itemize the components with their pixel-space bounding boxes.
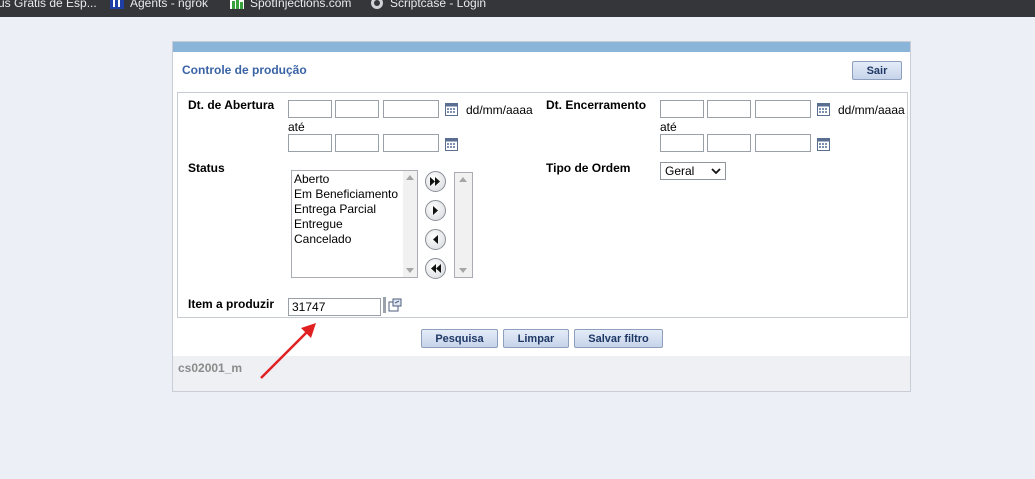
- bookmarks-bar: us Grátis de Esp... Agents - ngrok SpotI…: [0, 0, 1035, 17]
- abertura-ate-label: até: [288, 120, 305, 134]
- list-item[interactable]: Cancelado: [294, 232, 351, 246]
- search-button[interactable]: Pesquisa: [421, 329, 498, 348]
- calendar-icon[interactable]: [817, 138, 830, 151]
- ngrok-icon: [110, 0, 124, 9]
- scrollbar[interactable]: [403, 171, 417, 277]
- save-filter-button[interactable]: Salvar filtro: [574, 329, 663, 348]
- status-selected-list[interactable]: [454, 172, 473, 278]
- scriptcase-icon: [371, 0, 383, 9]
- abertura-month-input[interactable]: [335, 100, 379, 118]
- abertura-year-input[interactable]: [383, 100, 439, 118]
- list-item[interactable]: Aberto: [294, 172, 329, 186]
- lookup-icon[interactable]: [388, 298, 402, 312]
- list-item[interactable]: Entrega Parcial: [294, 202, 376, 216]
- move-all-left-button[interactable]: [425, 258, 446, 279]
- abertura-format-hint: dd/mm/aaaa: [466, 103, 533, 117]
- calendar-icon[interactable]: [817, 103, 830, 116]
- move-all-right-button[interactable]: [425, 171, 446, 192]
- tipo-ordem-select[interactable]: Geral: [660, 162, 726, 180]
- encerramento-format-hint: dd/mm/aaaa: [838, 103, 905, 117]
- abertura-end-year-input[interactable]: [383, 134, 439, 152]
- exit-button[interactable]: Sair: [852, 61, 902, 80]
- bookmark-item[interactable]: SpotInjections.com: [230, 0, 351, 11]
- field-handle: [383, 297, 386, 313]
- scrollbar[interactable]: [455, 173, 472, 277]
- move-left-button[interactable]: [425, 229, 446, 250]
- bookmark-label: SpotInjections.com: [250, 0, 352, 10]
- page-title: Controle de produção: [182, 63, 307, 77]
- encerramento-end-year-input[interactable]: [755, 134, 811, 152]
- list-item[interactable]: Entregue: [294, 217, 343, 231]
- status-available-list[interactable]: Aberto Em Beneficiamento Entrega Parcial…: [291, 170, 418, 278]
- clear-button[interactable]: Limpar: [503, 329, 569, 348]
- item-produzir-input[interactable]: [288, 298, 381, 316]
- status-label: Status: [188, 161, 225, 175]
- annotation-arrow-icon: [260, 323, 316, 379]
- move-right-button[interactable]: [425, 200, 446, 221]
- scroll-up-arrow-icon[interactable]: [406, 175, 414, 180]
- encerramento-label: Dt. Encerramento: [546, 98, 647, 112]
- filter-form: Dt. de Abertura dd/mm/aaaa até Dt. Encer…: [177, 92, 908, 318]
- abertura-end-day-input[interactable]: [288, 134, 332, 152]
- bookmark-item[interactable]: us Grátis de Esp...: [0, 0, 97, 11]
- bookmark-label: Scriptcase - Login: [390, 0, 487, 10]
- abertura-end-month-input[interactable]: [335, 134, 379, 152]
- bookmark-item[interactable]: Scriptcase - Login: [370, 0, 486, 11]
- scroll-up-arrow-icon[interactable]: [459, 177, 467, 182]
- encerramento-end-day-input[interactable]: [660, 134, 704, 152]
- panel-accent-bar: [173, 42, 910, 52]
- scroll-down-arrow-icon[interactable]: [406, 268, 414, 273]
- arrow-left-icon: [433, 235, 438, 244]
- bookmark-item[interactable]: Agents - ngrok: [110, 0, 208, 11]
- chevron-down-icon: [711, 167, 721, 174]
- arrow-right-icon: [433, 206, 438, 215]
- tipo-ordem-label: Tipo de Ordem: [546, 161, 631, 175]
- bookmark-label: Agents - ngrok: [130, 0, 209, 10]
- double-arrow-left-icon: [431, 264, 441, 273]
- calendar-icon[interactable]: [445, 103, 458, 116]
- encerramento-ate-label: até: [660, 120, 677, 134]
- abertura-label: Dt. de Abertura: [188, 98, 275, 112]
- calendar-icon[interactable]: [445, 138, 458, 151]
- list-item[interactable]: Em Beneficiamento: [294, 187, 398, 201]
- abertura-day-input[interactable]: [288, 100, 332, 118]
- item-produzir-label: Item a produzir: [188, 297, 275, 311]
- encerramento-end-month-input[interactable]: [707, 134, 751, 152]
- bookmark-label: us Grátis de Esp...: [0, 0, 97, 10]
- double-arrow-right-icon: [430, 177, 440, 186]
- encerramento-month-input[interactable]: [707, 100, 751, 118]
- scroll-down-arrow-icon[interactable]: [459, 268, 467, 273]
- tipo-ordem-value: Geral: [665, 164, 695, 178]
- encerramento-year-input[interactable]: [755, 100, 811, 118]
- form-code: cs02001_m: [178, 361, 243, 375]
- encerramento-day-input[interactable]: [660, 100, 704, 118]
- spot-icon: [230, 0, 244, 9]
